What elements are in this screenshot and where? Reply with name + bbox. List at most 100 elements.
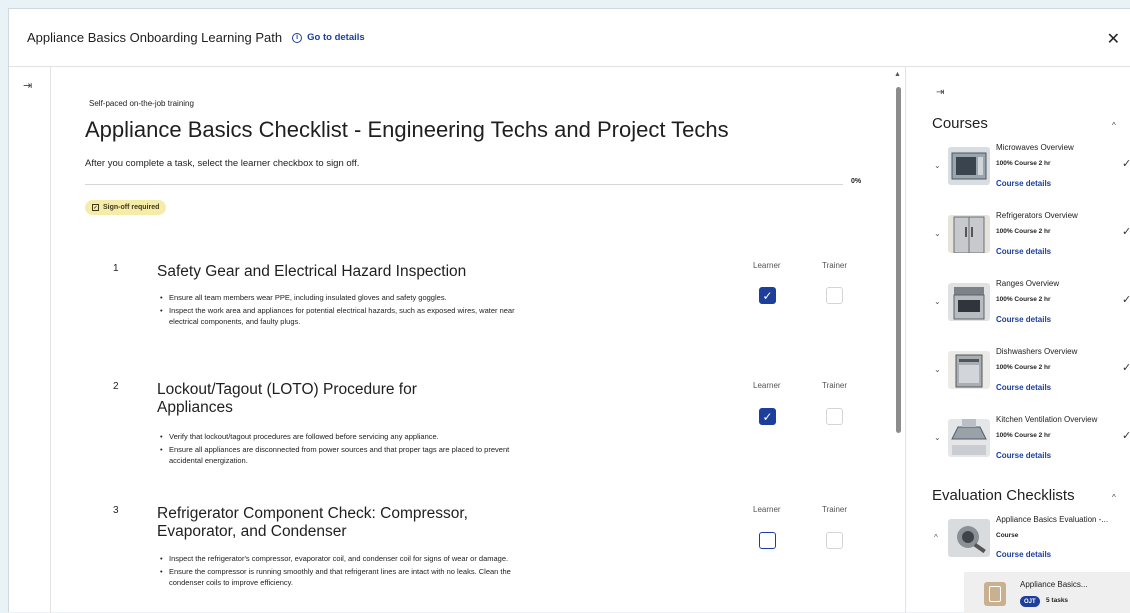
course-thumbnail: [948, 215, 990, 253]
course-thumbnail: [948, 419, 990, 457]
collapse-left-icon[interactable]: ⇥: [23, 79, 32, 92]
close-icon[interactable]: ✕: [1107, 29, 1120, 49]
course-meta: 100% Course 2 hr: [996, 160, 1051, 167]
task-bullets: Verify that lockout/tagout procedures ar…: [157, 431, 517, 468]
task-bullets: Ensure all team members wear PPE, includ…: [157, 292, 517, 329]
go-to-details-link[interactable]: i Go to details: [292, 32, 365, 43]
course-meta: 100% Course 2 hr: [996, 432, 1051, 439]
collapse-right-icon[interactable]: ⇥: [936, 87, 944, 98]
info-icon: i: [292, 32, 303, 43]
checkmark-icon: ✓: [1122, 429, 1130, 442]
microwave-image: [948, 147, 990, 185]
course-name: Kitchen Ventilation Overview: [996, 415, 1098, 424]
learner-column-label: Learner: [753, 261, 781, 270]
main-scrollbar[interactable]: ▲: [892, 71, 904, 613]
course-details-link[interactable]: Course details: [996, 247, 1051, 256]
task-bullet: Inspect the work area and appliances for…: [157, 305, 517, 328]
chevron-down-icon[interactable]: ⌄: [934, 433, 941, 442]
course-details-link[interactable]: Course details: [996, 383, 1051, 392]
chevron-up-icon[interactable]: ^: [1112, 493, 1116, 502]
task-bullet: Ensure all appliances are disconnected f…: [157, 444, 517, 467]
course-details-link[interactable]: Course details: [996, 315, 1051, 324]
progress-bar: [85, 184, 843, 185]
task-bullets: Inspect the refrigerator's compressor, e…: [157, 553, 517, 590]
trainer-column-label: Trainer: [822, 505, 848, 514]
eyebrow-label: Self-paced on-the-job training: [89, 99, 194, 108]
trainer-checkbox[interactable]: [826, 408, 843, 425]
course-thumbnail: [948, 147, 990, 185]
side-panel: ⇥ Courses ^ ⌄ Microwaves Overview 100% C…: [905, 67, 1130, 613]
course-meta: 100% Course 2 hr: [996, 296, 1051, 303]
ojt-checklist-item[interactable]: Appliance Basics... OJT 5 tasks: [964, 572, 1130, 613]
evaluation-meta: Course: [996, 532, 1019, 539]
trainer-checkbox[interactable]: [826, 532, 843, 549]
trainer-checkbox[interactable]: [826, 287, 843, 304]
ojt-item-name: Appliance Basics...: [1020, 580, 1088, 589]
checklist-icon: [984, 582, 1006, 606]
course-name: Dishwashers Overview: [996, 347, 1078, 356]
chevron-up-icon[interactable]: ^: [1112, 121, 1116, 130]
learner-checkbox[interactable]: ✓: [759, 408, 776, 425]
course-name: Refrigerators Overview: [996, 211, 1078, 220]
trainer-column-label: Trainer: [822, 261, 848, 270]
course-details-link[interactable]: Course details: [996, 451, 1051, 460]
courses-heading: Courses: [932, 115, 988, 132]
task-number: 3: [113, 505, 119, 516]
dishwasher-image: [948, 351, 990, 389]
inspection-image: [948, 519, 990, 557]
task-bullet: Inspect the refrigerator's compressor, e…: [157, 553, 517, 565]
course-name: Microwaves Overview: [996, 143, 1074, 152]
learner-column-label: Learner: [753, 505, 781, 514]
checkmark-icon: ✓: [1122, 293, 1130, 306]
task-count: 5 tasks: [1046, 597, 1069, 604]
course-thumbnail: [948, 283, 990, 321]
task-title: Refrigerator Component Check: Compressor…: [157, 505, 468, 540]
checkmark-icon: ✓: [1122, 225, 1130, 238]
task-bullet: Ensure all team members wear PPE, includ…: [157, 292, 517, 304]
sign-off-badge: ✓ Sign-off required: [85, 200, 167, 215]
progress-percent: 0%: [851, 178, 862, 185]
course-meta: 100% Course 2 hr: [996, 364, 1051, 371]
checkmark-icon: ✓: [1122, 157, 1130, 170]
chevron-down-icon[interactable]: ⌄: [934, 297, 941, 306]
task-title: Lockout/Tagout (LOTO) Procedure for Appl…: [157, 381, 417, 416]
badge-label: Sign-off required: [103, 204, 160, 211]
checkbox-outline-icon: ✓: [92, 204, 99, 211]
scroll-up-icon[interactable]: ▲: [894, 71, 901, 78]
page-title: Appliance Basics Checklist - Engineering…: [85, 117, 729, 142]
learner-column-label: Learner: [753, 381, 781, 390]
chevron-up-icon[interactable]: ^: [934, 533, 938, 542]
trainer-column-label: Trainer: [822, 381, 848, 390]
task-bullet: Ensure the compressor is running smoothl…: [157, 566, 517, 589]
checkmark-icon: ✓: [1122, 361, 1130, 374]
task-bullet: Verify that lockout/tagout procedures ar…: [157, 431, 517, 443]
chevron-down-icon[interactable]: ⌄: [934, 161, 941, 170]
learner-checkbox[interactable]: [759, 532, 776, 549]
course-name: Ranges Overview: [996, 279, 1060, 288]
chevron-down-icon[interactable]: ⌄: [934, 229, 941, 238]
go-to-details-label: Go to details: [307, 32, 365, 43]
evaluation-heading: Evaluation Checklists: [932, 487, 1075, 504]
course-thumbnail: [948, 351, 990, 389]
task-number: 1: [113, 263, 119, 274]
instruction-text: After you complete a task, select the le…: [85, 158, 360, 169]
task-number: 2: [113, 381, 119, 392]
course-details-link[interactable]: Course details: [996, 179, 1051, 188]
learner-checkbox[interactable]: ✓: [759, 287, 776, 304]
evaluation-thumbnail: [948, 519, 990, 557]
evaluation-name: Appliance Basics Evaluation -...: [996, 515, 1109, 524]
dialog-title: Appliance Basics Onboarding Learning Pat…: [27, 30, 283, 45]
scrollbar-thumb[interactable]: [896, 87, 901, 433]
task-title: Safety Gear and Electrical Hazard Inspec…: [157, 263, 467, 280]
refrigerator-image: [948, 215, 990, 253]
ventilation-hood-image: [948, 419, 990, 457]
range-image: [948, 283, 990, 321]
ojt-badge: OJT: [1020, 596, 1040, 607]
checklist-main: Self-paced on-the-job training Appliance…: [51, 67, 889, 613]
dialog-header: Appliance Basics Onboarding Learning Pat…: [9, 9, 1130, 67]
chevron-down-icon[interactable]: ⌄: [934, 365, 941, 374]
left-strip: ⇥: [9, 67, 51, 613]
learning-path-dialog: Appliance Basics Onboarding Learning Pat…: [8, 8, 1130, 613]
course-meta: 100% Course 2 hr: [996, 228, 1051, 235]
course-details-link[interactable]: Course details: [996, 550, 1051, 559]
